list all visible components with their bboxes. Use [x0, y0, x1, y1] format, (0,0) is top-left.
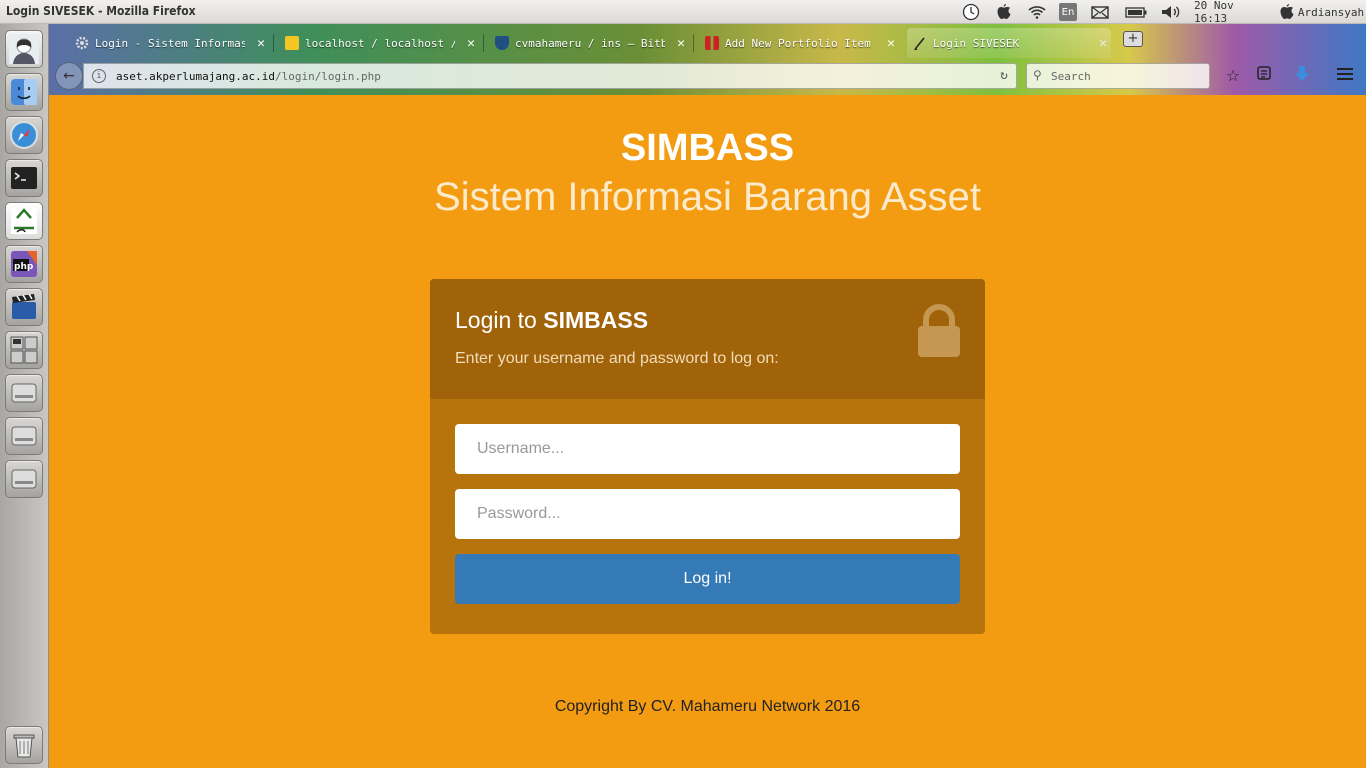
download-icon[interactable]: [1291, 65, 1313, 87]
tab-login-sistem-informasi[interactable]: Login - Sistem Informasi… ✕: [69, 28, 269, 58]
volume-icon[interactable]: [1159, 2, 1183, 22]
svg-text:php: php: [14, 262, 34, 272]
battery-icon[interactable]: [1124, 2, 1148, 22]
page-title: SIMBASS: [620, 127, 795, 169]
tab-close-icon[interactable]: ✕: [467, 36, 475, 51]
back-button[interactable]: ←: [55, 62, 83, 90]
video-clapper-icon[interactable]: [5, 288, 43, 326]
new-tab-button[interactable]: +: [1123, 31, 1143, 47]
tab-close-icon[interactable]: ✕: [887, 36, 895, 51]
terminal-icon[interactable]: [5, 159, 43, 197]
reading-list-icon[interactable]: [1253, 65, 1275, 87]
bookmark-star-icon[interactable]: ☆: [1222, 65, 1244, 87]
keyboard-layout-indicator[interactable]: En: [1059, 3, 1077, 21]
tab-label: Add New Portfolio Item ‹…: [725, 36, 875, 50]
drive-icon-3[interactable]: [5, 460, 43, 498]
avatar-launcher-icon[interactable]: [5, 30, 43, 68]
phpmyadmin-icon: [285, 36, 299, 50]
workspace-switcher-icon[interactable]: [5, 331, 43, 369]
tab-label: localhost / localhost / …: [305, 36, 455, 50]
tab-divider: [483, 34, 484, 52]
navigation-bar: ← i aset.akperlumajang.ac.id/login/login…: [49, 58, 1366, 95]
tab-close-icon[interactable]: ✕: [1099, 36, 1107, 51]
tab-divider: [273, 34, 274, 52]
apple-menu-icon[interactable]: [994, 2, 1014, 22]
reload-icon[interactable]: ↻: [1000, 68, 1008, 83]
tab-localhost-phpmyadmin[interactable]: localhost / localhost / … ✕: [279, 28, 479, 58]
hamburger-menu-icon[interactable]: [1334, 65, 1356, 87]
url-text: aset.akperlumajang.ac.id/login/login.php: [116, 70, 381, 83]
search-placeholder: Search: [1051, 70, 1091, 83]
tab-login-sivesek[interactable]: Login SIVESEK ✕: [907, 28, 1111, 58]
tab-label: cvmahameru / ins — Bitbu…: [515, 36, 665, 50]
login-form-panel: Login to SIMBASS Enter your username and…: [430, 279, 985, 634]
system-top-bar: Login SIVESEK - Mozilla Firefox En 20 No…: [0, 0, 1366, 25]
copyright-footer: Copyright By CV. Mahameru Network 2016: [554, 698, 861, 715]
site-info-icon[interactable]: i: [92, 69, 106, 83]
tab-divider: [693, 34, 694, 52]
window-title: Login SIVESEK - Mozilla Firefox: [6, 4, 196, 18]
bitbucket-icon: [495, 36, 509, 50]
url-bar[interactable]: i aset.akperlumajang.ac.id/login/login.p…: [83, 63, 1017, 89]
username-input[interactable]: [455, 424, 960, 474]
pen-icon: [913, 36, 927, 52]
login-title-prefix: Login to: [455, 307, 537, 333]
datetime-indicator[interactable]: 20 Nov 16:13: [1194, 0, 1270, 25]
app-launcher: php: [0, 24, 49, 768]
search-icon: ⚲: [1033, 68, 1042, 82]
user-name[interactable]: Ardiansyah: [1298, 2, 1364, 22]
phpstorm-icon[interactable]: php: [5, 245, 43, 283]
login-button[interactable]: Log in!: [455, 554, 960, 604]
tab-close-icon[interactable]: ✕: [677, 36, 685, 51]
page-subtitle: Sistem Informasi Barang Asset: [434, 175, 981, 219]
session-apple-icon[interactable]: [1278, 2, 1296, 22]
tab-close-icon[interactable]: ✕: [257, 36, 265, 51]
login-form-header: Login to SIMBASS Enter your username and…: [430, 279, 985, 399]
gear-icon: [75, 36, 89, 50]
tab-label: Login - Sistem Informasi…: [95, 36, 245, 50]
login-hint: Enter your username and password to log …: [455, 350, 779, 367]
mail-icon[interactable]: [1089, 2, 1111, 22]
safari-icon[interactable]: [5, 116, 43, 154]
search-box[interactable]: ⚲ Search: [1026, 63, 1210, 89]
tab-strip: Login - Sistem Informasi… ✕ localhost / …: [49, 24, 1366, 58]
tab-bitbucket[interactable]: cvmahameru / ins — Bitbu… ✕: [489, 28, 689, 58]
tab-label: Login SIVESEK: [933, 36, 1020, 50]
trash-icon[interactable]: [5, 726, 43, 764]
url-path: /login/login.php: [274, 70, 381, 83]
drive-icon-2[interactable]: [5, 417, 43, 455]
wordpress-icon: [705, 36, 719, 50]
tab-add-portfolio[interactable]: Add New Portfolio Item ‹… ✕: [699, 28, 899, 58]
ayat-app-icon[interactable]: [5, 202, 43, 240]
back-arrow-icon: ←: [63, 68, 75, 84]
login-title: Login to SIMBASS: [455, 307, 648, 334]
wifi-icon[interactable]: [1026, 2, 1048, 22]
url-host: aset.akperlumajang.ac.id: [116, 70, 275, 83]
password-input[interactable]: [455, 489, 960, 539]
browser-chrome: Login - Sistem Informasi… ✕ localhost / …: [49, 24, 1366, 95]
login-title-brand: SIMBASS: [543, 307, 649, 333]
login-page: SIMBASS Sistem Informasi Barang Asset Lo…: [49, 95, 1366, 768]
drive-icon-1[interactable]: [5, 374, 43, 412]
finder-icon[interactable]: [5, 73, 43, 111]
clock-icon[interactable]: [960, 2, 982, 22]
lock-icon: [918, 304, 960, 357]
